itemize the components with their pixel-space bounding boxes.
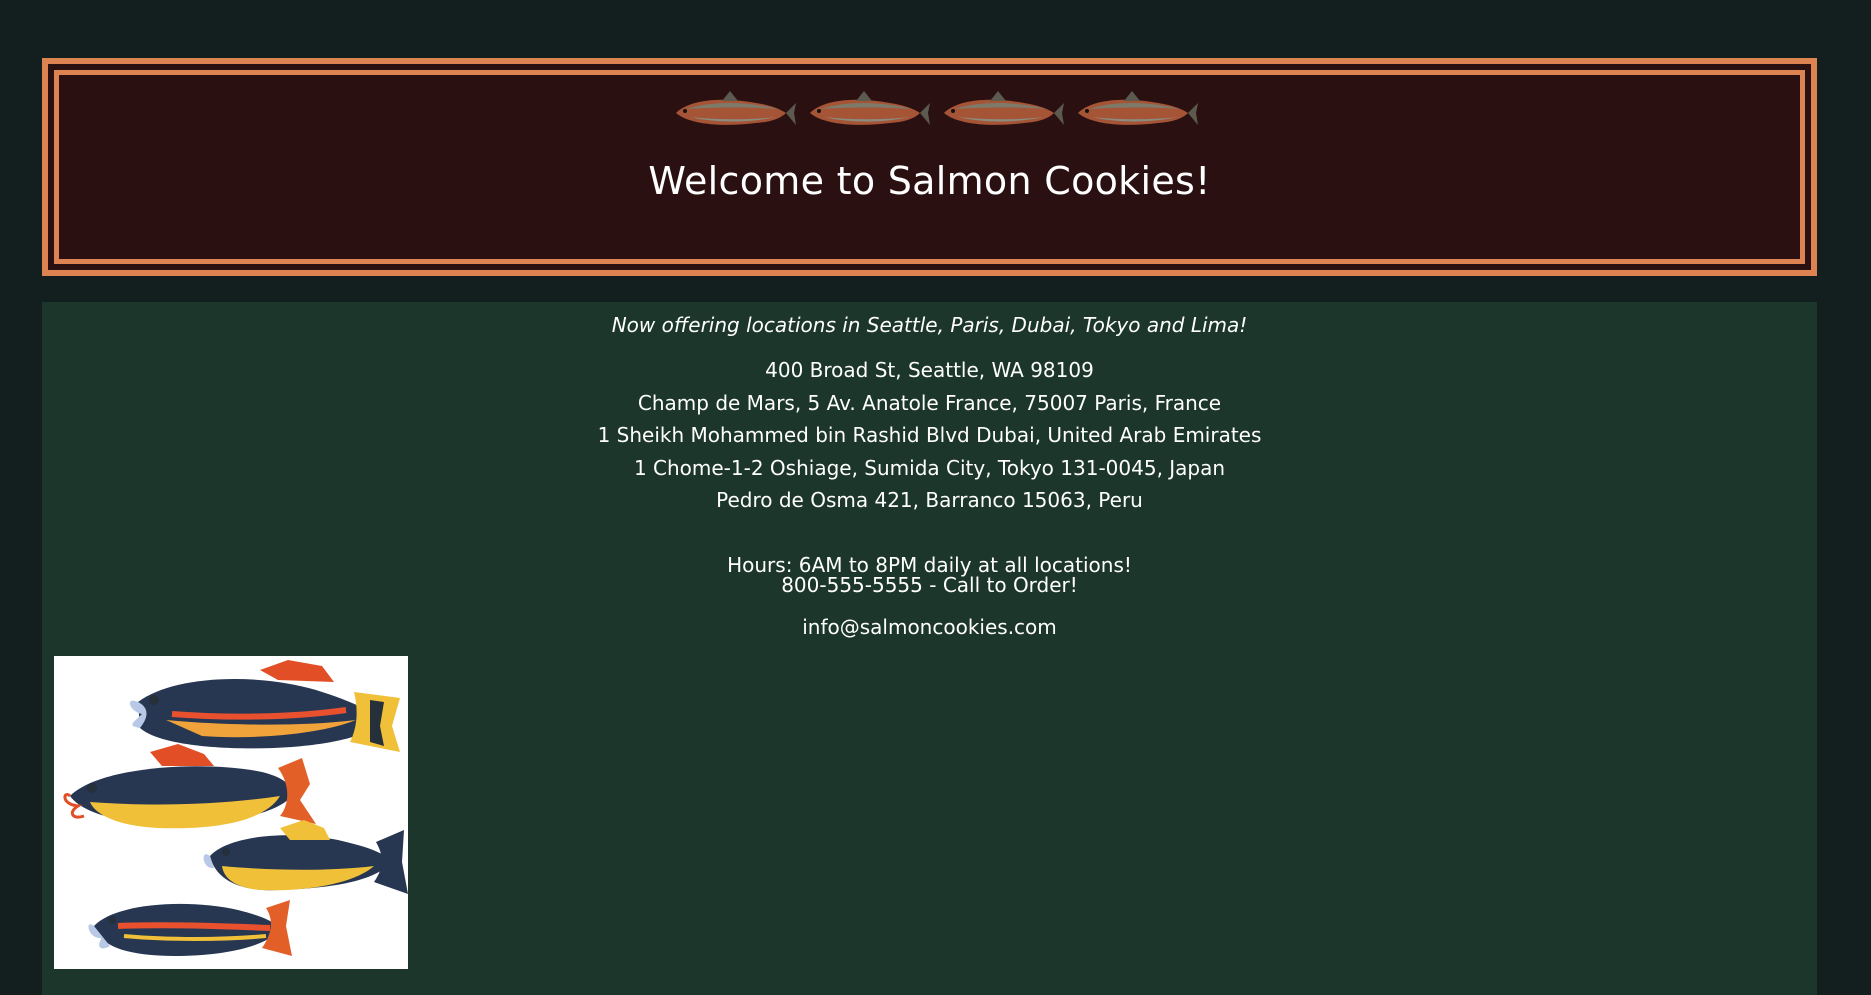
main-content: Now offering locations in Seattle, Paris… [42,302,1817,995]
address-paris: Champ de Mars, 5 Av. Anatole France, 750… [637,390,1222,415]
address-dubai: 1 Sheikh Mohammed bin Rashid Blvd Dubai,… [597,423,1262,447]
address-list: 400 Broad St, Seattle, WA 98109 Champ de… [42,358,1817,521]
hours-and-phone: Hours: 6AM to 8PM daily at all locations… [42,555,1817,595]
email-address: info@salmoncookies.com [802,615,1057,639]
salmon-art-graphic [54,656,408,969]
header-banner: Welcome to Salmon Cookies! [42,58,1817,276]
salmon-icon-row [59,89,1800,133]
address-lima: Pedro de Osma 421, Barranco 15063, Peru [716,488,1143,512]
phone-text: 800-555-5555 - Call to Order! [781,573,1078,597]
hours-text: Hours: 6AM to 8PM daily at all locations… [727,553,1132,577]
salmon-cookies-illustration [54,656,408,969]
locations-tagline: Now offering locations in Seattle, Paris… [611,313,1248,337]
page-title: Welcome to Salmon Cookies! [648,159,1211,203]
salmon-icon [943,91,1064,125]
address-tokyo: 1 Chome-1-2 Oshiage, Sumida City, Tokyo … [633,455,1226,480]
header-frame-gap: Welcome to Salmon Cookies! [48,64,1811,270]
salmon-icon [1077,91,1198,125]
salmon-icon [809,91,930,125]
address-seattle: 400 Broad St, Seattle, WA 98109 [765,358,1094,382]
salmon-icon [675,91,796,125]
header-inner-frame: Welcome to Salmon Cookies! [54,70,1805,264]
